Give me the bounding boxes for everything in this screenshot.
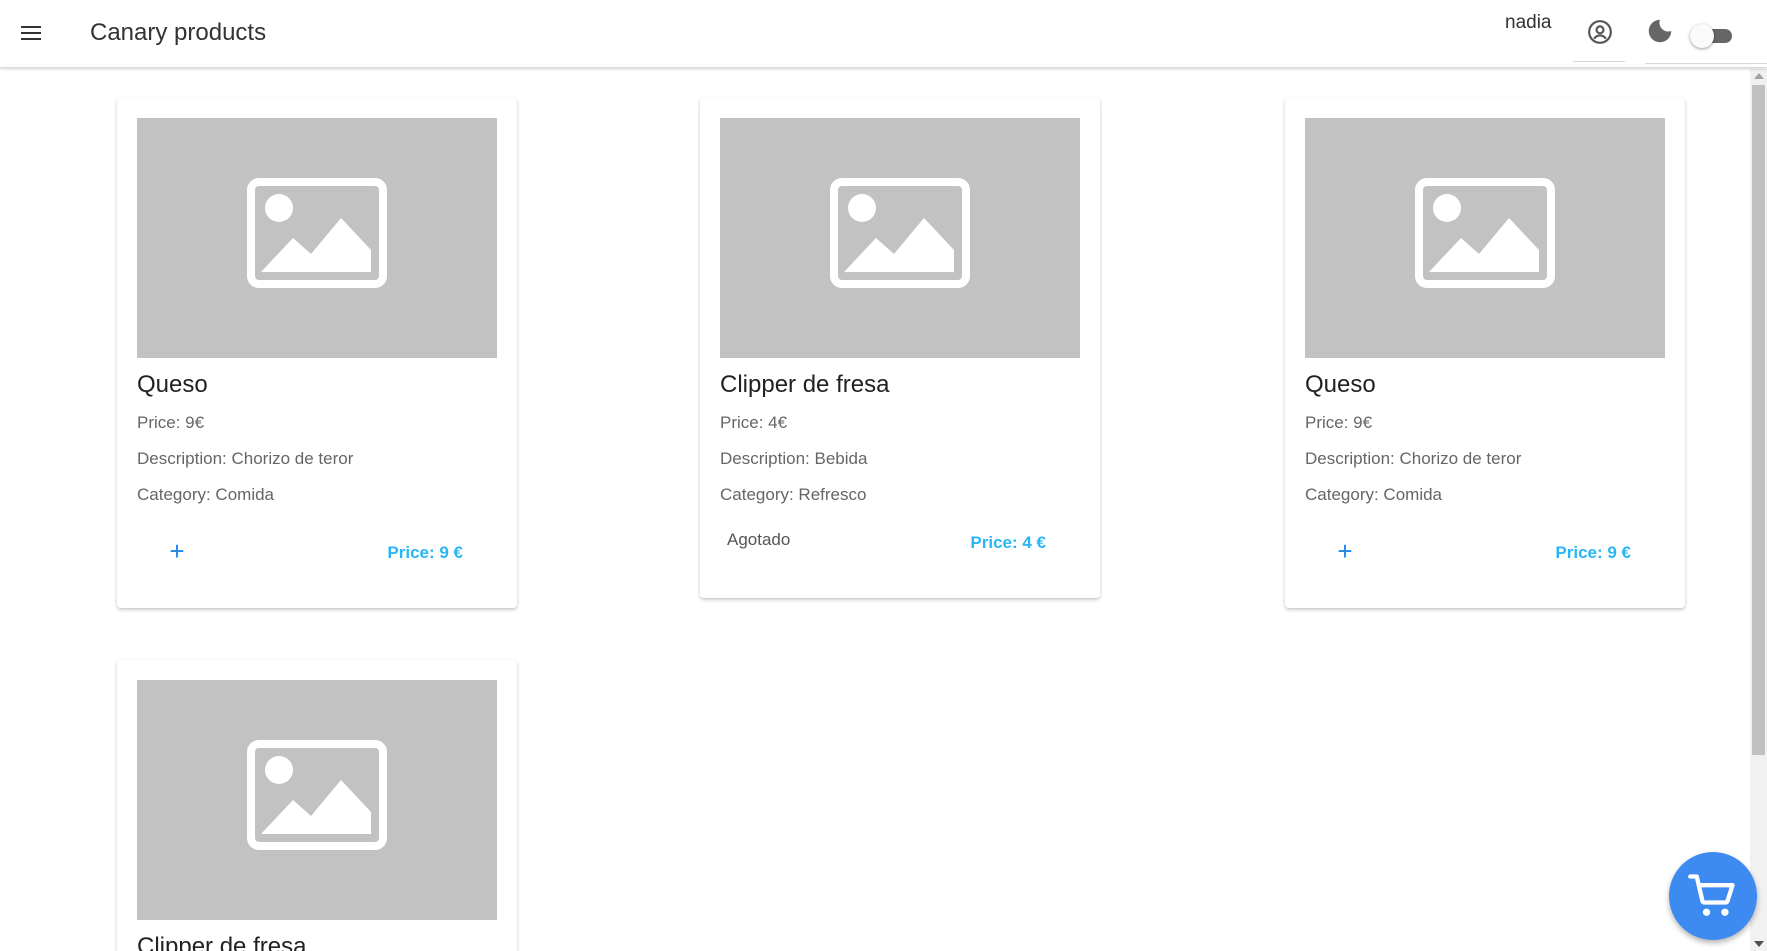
product-description: Description: Bebida bbox=[720, 449, 868, 468]
scroll-down-icon[interactable] bbox=[1754, 941, 1764, 947]
price-button[interactable]: Price: 9 € bbox=[1555, 543, 1631, 563]
product-card: Queso Price: 9€ Description: Chorizo de … bbox=[1285, 98, 1685, 608]
account-button[interactable] bbox=[1573, 16, 1625, 62]
product-name: Clipper de fresa bbox=[720, 371, 890, 398]
product-grid: Queso Price: 9€ Description: Chorizo de … bbox=[0, 69, 1750, 951]
user-name: nadia bbox=[1505, 12, 1552, 33]
scroll-up-icon[interactable] bbox=[1754, 73, 1764, 79]
product-name: Queso bbox=[137, 371, 208, 398]
vertical-scrollbar[interactable] bbox=[1750, 69, 1767, 951]
product-image bbox=[137, 118, 497, 358]
image-placeholder-icon bbox=[1415, 178, 1555, 288]
dark-mode-toggle[interactable] bbox=[1690, 24, 1736, 48]
image-placeholder-icon bbox=[830, 178, 970, 288]
add-to-cart-button[interactable]: + bbox=[165, 538, 189, 564]
shopping-cart-icon bbox=[1688, 874, 1735, 916]
product-image bbox=[1305, 118, 1665, 358]
price-button[interactable]: Price: 4 € bbox=[970, 533, 1046, 553]
cart-button[interactable] bbox=[1669, 852, 1757, 940]
product-category: Category: Refresco bbox=[720, 485, 867, 504]
product-image bbox=[720, 118, 1080, 358]
product-description: Description: Chorizo de teror bbox=[137, 449, 354, 468]
add-to-cart-button[interactable]: + bbox=[1333, 538, 1357, 564]
card-actions: Agotado Price: 4 € bbox=[720, 518, 1080, 578]
product-category: Category: Comida bbox=[1305, 485, 1443, 504]
sold-out-label: Agotado bbox=[727, 530, 791, 549]
image-placeholder-icon bbox=[247, 740, 387, 850]
product-price: Price: 4€ bbox=[720, 413, 788, 432]
app-bar: Canary products nadia bbox=[0, 0, 1767, 68]
page-title: Canary products bbox=[90, 19, 267, 46]
product-price: Price: 9€ bbox=[1305, 413, 1373, 432]
account-circle-icon bbox=[1588, 20, 1612, 44]
theme-switch-group bbox=[1645, 12, 1767, 64]
product-name: Clipper de fresa bbox=[137, 933, 307, 951]
card-actions: + Price: 9 € bbox=[137, 518, 497, 588]
product-card: Queso Price: 9€ Description: Chorizo de … bbox=[117, 98, 517, 608]
product-card: Clipper de fresa Price: 4€ Description: … bbox=[700, 98, 1100, 598]
product-card: Clipper de fresa bbox=[117, 660, 517, 951]
image-placeholder-icon bbox=[247, 178, 387, 288]
product-name: Queso bbox=[1305, 371, 1376, 398]
moon-icon bbox=[1648, 19, 1672, 43]
product-price: Price: 9€ bbox=[137, 413, 205, 432]
product-description: Description: Chorizo de teror bbox=[1305, 449, 1522, 468]
card-actions: + Price: 9 € bbox=[1305, 518, 1665, 588]
menu-icon[interactable] bbox=[18, 22, 44, 44]
scrollbar-thumb[interactable] bbox=[1752, 85, 1765, 755]
product-category: Category: Comida bbox=[137, 485, 275, 504]
price-button[interactable]: Price: 9 € bbox=[387, 543, 463, 563]
product-image bbox=[137, 680, 497, 920]
